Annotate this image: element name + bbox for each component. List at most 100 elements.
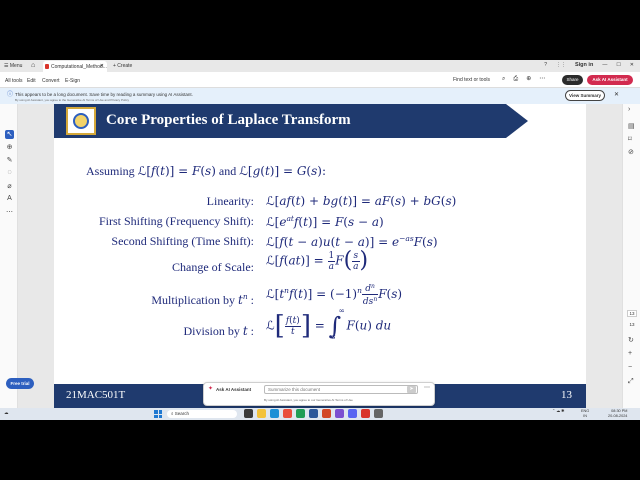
collapse-icon[interactable]: › — [628, 106, 630, 113]
lang-code: ENG — [581, 409, 590, 413]
fit-page-icon[interactable]: ⤢ — [628, 378, 634, 386]
label-first-shifting: First Shifting (Frequency Shift): — [99, 214, 254, 228]
formula-first-shifting: ℒ[eatf(t)] = F(s − a) — [266, 214, 384, 229]
more-tools-icon[interactable]: ⋯ — [5, 208, 14, 217]
formula-second-shifting: ℒ[f(t − a)u(t − a)] = e−asF(s) — [266, 234, 438, 249]
clock-date: 20-08-2024 — [608, 414, 628, 418]
help-icon[interactable]: ? — [544, 62, 547, 68]
slide-title: Core Properties of Laplace Transform — [106, 112, 351, 128]
intro-prefix: Assuming — [86, 164, 135, 178]
weather-icon[interactable]: ☁ — [4, 410, 9, 416]
course-code: 21MAC501T — [66, 389, 126, 401]
current-page-field[interactable]: 13 — [627, 310, 637, 317]
screen: ☰ Menu ⌂ Computational_Method... ✕ + Cre… — [0, 60, 640, 420]
menu-convert[interactable]: Convert — [42, 78, 60, 84]
menu-all-tools[interactable]: All tools — [5, 78, 23, 84]
close-tab-icon[interactable]: ✕ — [100, 64, 104, 69]
left-tool-rail: ↖ ⊕ ✎ ◌ ⌀ A ⋯ — [0, 104, 18, 408]
app-toolbar: All tools Edit Convert E-Sign Find text … — [0, 72, 640, 88]
ai-prompt-input[interactable] — [264, 385, 418, 394]
ai-assistant-popup: ✦ Ask AI Assistant ➤ ⋯ By using AI Assis… — [203, 382, 435, 406]
comment-icon[interactable]: ✎ — [5, 156, 14, 165]
task-view-icon[interactable] — [244, 409, 253, 418]
system-clock[interactable]: 08:30 PM 20-08-2024 — [608, 409, 627, 419]
select-cursor-icon[interactable]: ↖ — [5, 130, 14, 139]
share-button[interactable]: Share — [562, 75, 583, 85]
file-explorer-icon[interactable] — [257, 409, 266, 418]
formula-multiplication: ℒ[tnf(t)] = (−1)n dn dsn F(s) — [266, 283, 403, 307]
text-tool-icon[interactable]: A — [5, 195, 14, 204]
word-icon[interactable] — [309, 409, 318, 418]
zoom-tool-icon[interactable]: ⊕ — [5, 143, 14, 152]
menu-edit[interactable]: Edit — [27, 78, 36, 84]
attachment-icon[interactable]: ⊘ — [628, 148, 634, 156]
windows-start-icon[interactable] — [154, 410, 162, 418]
menu-button[interactable]: ☰ Menu — [4, 63, 22, 69]
region-code: IN — [583, 414, 588, 418]
settings-icon[interactable] — [374, 409, 383, 418]
view-summary-button[interactable]: View Summary — [565, 90, 605, 101]
language-indicator[interactable]: ENG IN — [581, 409, 589, 419]
total-pages: 13 — [629, 322, 635, 327]
excel-icon[interactable] — [296, 409, 305, 418]
title-arrow-decoration — [506, 104, 528, 138]
taskbar-search-label: Search — [174, 411, 190, 416]
ask-ai-button[interactable]: Ask AI Assistant — [587, 75, 633, 85]
free-trial-button[interactable]: Free trial — [6, 378, 34, 389]
formula-division: ℒ[f(t) t] = ∫ ∞ s F(u) du — [266, 306, 392, 341]
document-viewer[interactable]: Core Properties of Laplace Transform Ass… — [18, 104, 622, 408]
pdf-file-icon — [45, 64, 49, 69]
university-logo — [66, 107, 96, 135]
label-change-of-scale: Change of Scale: — [172, 260, 254, 274]
slide-page: Core Properties of Laplace Transform Ass… — [54, 104, 586, 408]
browser-tab-bar: ☰ Menu ⌂ Computational_Method... ✕ + Cre… — [0, 60, 640, 72]
label-linearity: Linearity: — [206, 194, 254, 208]
window-controls: ? ⋮⋮ Sign in — ☐ ✕ — [544, 62, 634, 68]
mult-prefix: Multiplication by — [151, 293, 235, 307]
popup-more-icon[interactable]: ⋯ — [424, 385, 430, 391]
lasso-icon[interactable]: ◌ — [5, 169, 14, 178]
ai-notice-bar: ⓘ This appears to be a long document. Sa… — [0, 88, 640, 104]
thumbnails-icon[interactable]: ▤ — [628, 122, 635, 130]
menu-label: Menu — [9, 63, 23, 69]
search-icon[interactable]: ⌕ — [502, 76, 505, 82]
rotate-icon[interactable]: ↻ — [628, 336, 634, 344]
powerpoint-icon[interactable] — [322, 409, 331, 418]
system-tray-icons[interactable]: ⌃ ☁ ✱ — [552, 409, 564, 414]
ai-sparkle-icon: ✦ — [208, 386, 214, 392]
zoom-out-icon[interactable]: − — [628, 364, 632, 371]
bookmark-icon[interactable]: ⌑ — [628, 135, 632, 143]
zoom-in-icon[interactable]: + — [628, 350, 632, 357]
create-button[interactable]: + Create — [113, 63, 132, 69]
app-icon[interactable] — [348, 409, 357, 418]
close-notice-icon[interactable]: ✕ — [614, 92, 619, 98]
notice-disclaimer: By using AI Assistant, you agree to the … — [15, 98, 130, 102]
edge-icon[interactable] — [270, 409, 279, 418]
slide-title-bar: Core Properties of Laplace Transform — [54, 104, 506, 138]
formula-change-of-scale: ℒ[f(at)] = 1 a F(s a) — [266, 248, 369, 273]
print-icon[interactable]: ⎙ — [513, 76, 518, 82]
clock-time: 08:30 PM — [611, 409, 628, 413]
label-multiplication: Multiplication by tn : — [151, 292, 254, 307]
zoom-icon[interactable]: ⊕ — [526, 76, 531, 82]
close-window-icon[interactable]: ✕ — [630, 62, 634, 68]
ai-popup-title: Ask AI Assistant — [216, 387, 252, 392]
stamp-icon[interactable]: ⌀ — [5, 182, 14, 191]
apps-grid-icon[interactable]: ⋮⋮ — [556, 62, 566, 68]
taskbar-search[interactable]: ⌕ Search — [167, 410, 237, 418]
tab-document[interactable]: Computational_Method... ✕ — [43, 61, 107, 72]
minimize-icon[interactable]: — — [602, 62, 607, 68]
home-icon[interactable]: ⌂ — [31, 62, 35, 69]
find-input[interactable]: Find text or tools — [453, 77, 490, 83]
acrobat-icon[interactable] — [361, 409, 370, 418]
menu-esign[interactable]: E-Sign — [65, 78, 80, 84]
taskbar-apps — [244, 409, 383, 418]
toolbar-icons: ⌕ ⎙ ⊕ ⋯ — [502, 76, 545, 82]
maximize-icon[interactable]: ☐ — [616, 62, 620, 68]
more-icon[interactable]: ⋯ — [539, 76, 545, 82]
chrome-icon[interactable] — [283, 409, 292, 418]
sign-in-button[interactable]: Sign in — [575, 62, 593, 68]
teams-icon[interactable] — [335, 409, 344, 418]
send-icon[interactable]: ➤ — [407, 386, 416, 393]
label-division: Division by t : — [183, 324, 254, 338]
